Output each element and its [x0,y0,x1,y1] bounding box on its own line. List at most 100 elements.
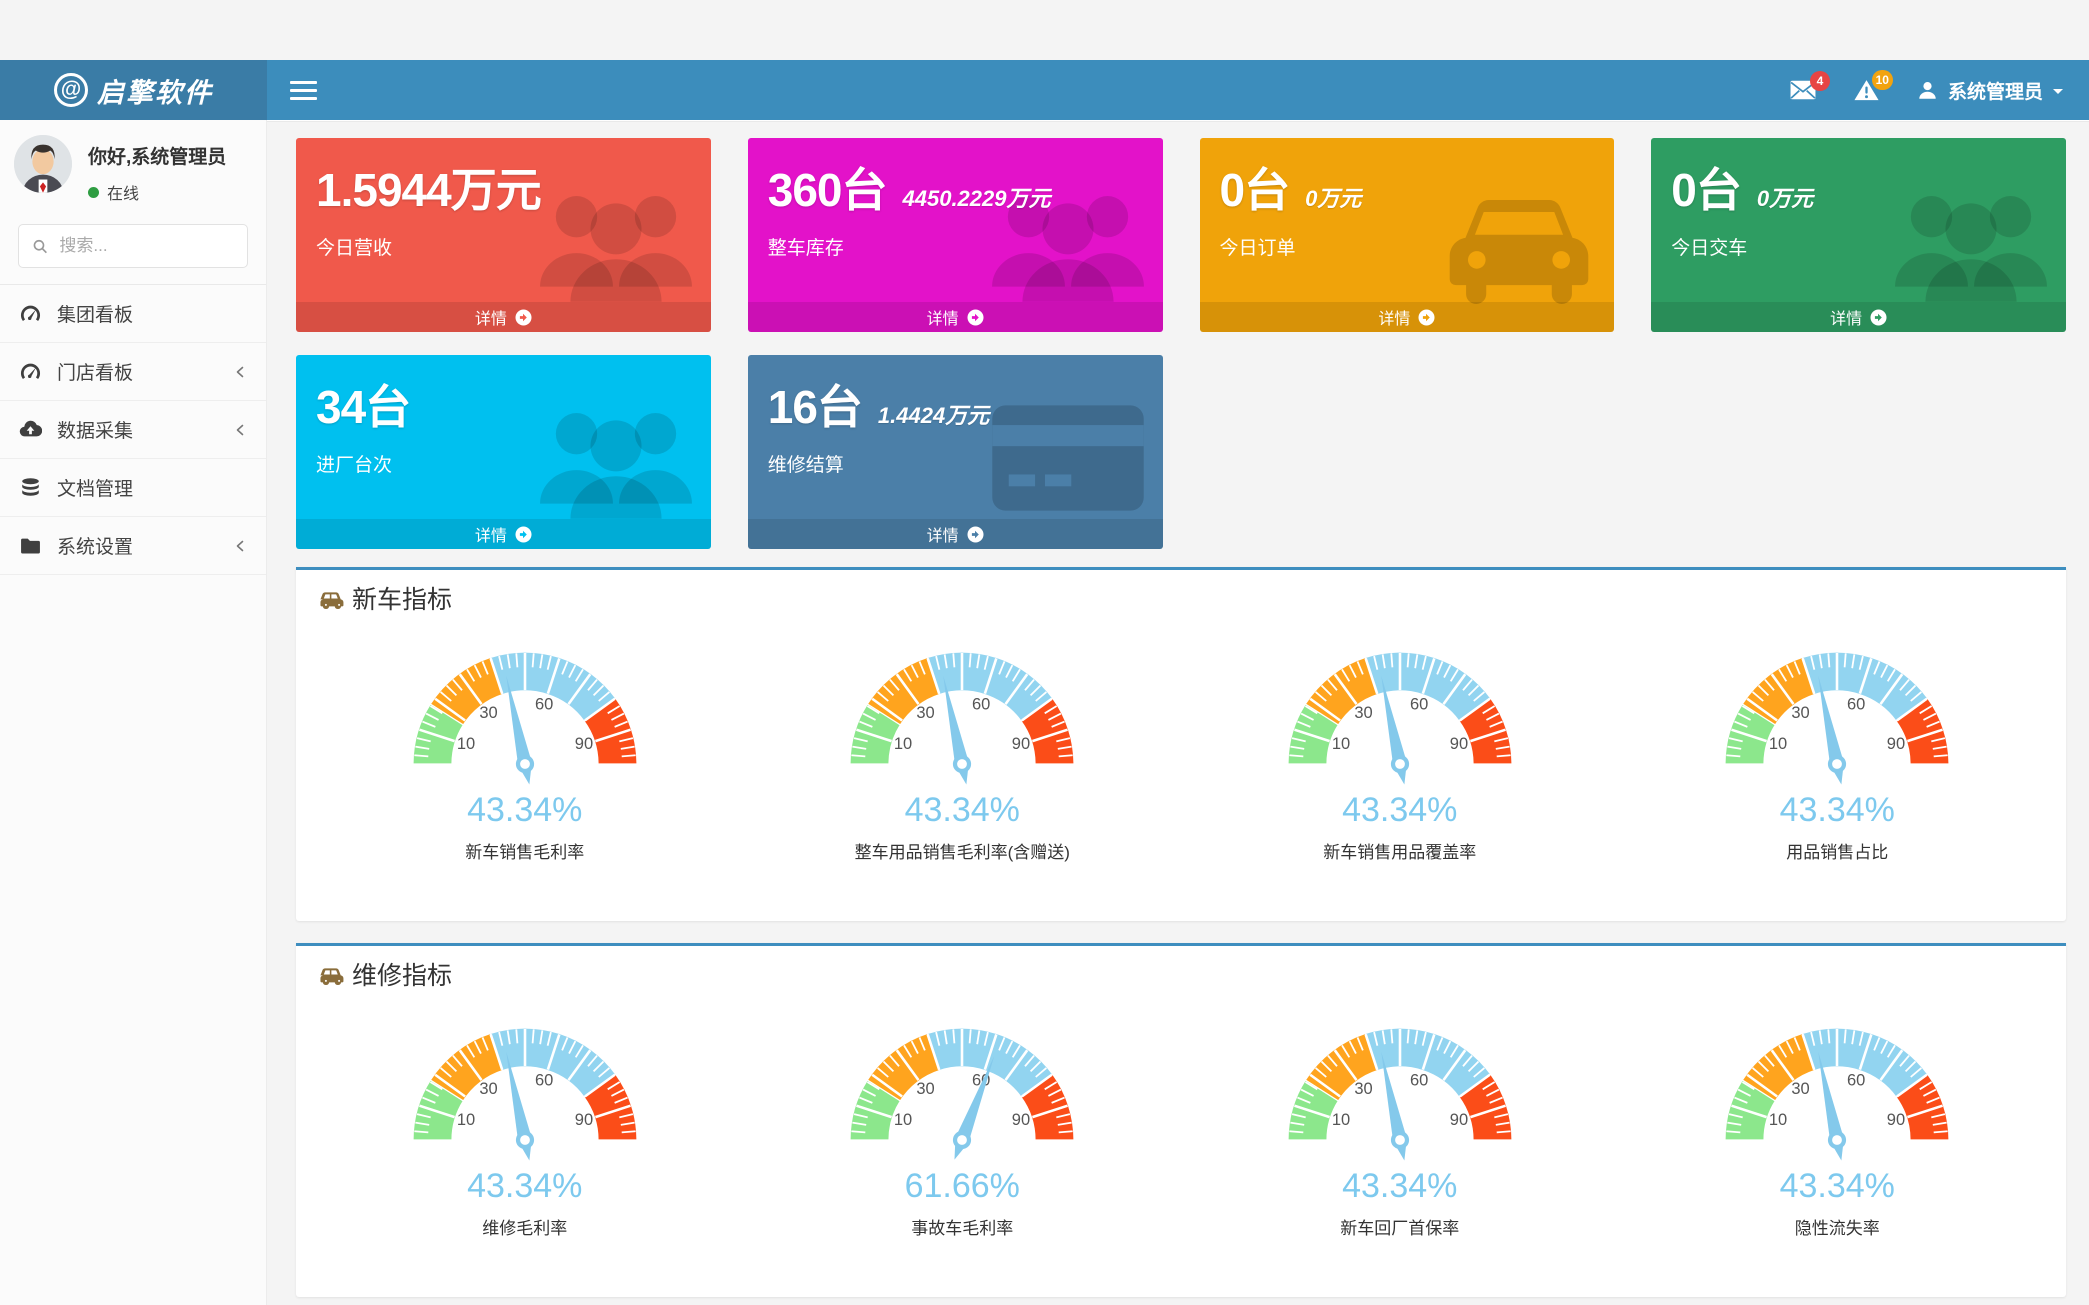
gauge-label: 隐性流失率 [1795,1214,1880,1239]
user-icon [1917,80,1938,101]
svg-text:90: 90 [575,1111,593,1129]
stat-card-body: 0台0万元今日交车 [1651,138,2066,260]
svg-text:10: 10 [894,1111,912,1129]
stat-card: 16台1.4424万元维修结算详情 [748,355,1163,549]
submenu-indicator [233,365,247,379]
arrow-circle-right-icon [515,309,532,326]
gauge-chart: 10306090 [802,614,1122,799]
stat-card: 1.5944万元今日营收详情 [296,138,711,332]
indicator-panel: 维修指标1030609043.34%维修毛利率1030609061.66%事故车… [296,943,2066,1297]
stat-card-value: 34台 [316,371,410,437]
stat-card-detail-link[interactable]: 详情 [1651,302,2066,332]
alerts-badge: 10 [1872,70,1893,90]
database-icon [19,476,42,499]
sidebar: 你好,系统管理员 在线 集团看板门店看板数据采集文档管理系统设置 [0,120,267,1305]
gauge-chart: 10306090 [1240,614,1560,799]
stat-card-detail-link[interactable]: 详情 [748,302,1163,332]
chevron-left-icon [233,539,247,553]
search-input[interactable] [59,236,234,256]
stat-cards: 1.5944万元今日营收详情 360台 4450.2229万元整车库存详情 0台0万元… [267,122,2089,549]
gauge-chart: 10306090 [1240,990,1560,1175]
sidebar-item-tachometer[interactable]: 门店看板 [0,343,266,401]
gauge-chart: 10306090 [365,990,685,1175]
svg-text:30: 30 [917,704,935,722]
sidebar-search [18,224,248,268]
svg-text:60: 60 [1410,695,1428,713]
panel-header: 维修指标 [306,956,2056,990]
detail-label: 详情 [475,522,507,546]
svg-text:60: 60 [972,695,990,713]
search-icon [32,237,48,256]
sidebar-toggle-button[interactable] [273,60,333,120]
indicator-panel: 新车指标1030609043.34%新车销售毛利率1030609043.34%整… [296,567,2066,921]
stat-card-body: 360台 4450.2229万元整车库存 [748,138,1163,260]
sidebar-item-folder[interactable]: 系统设置 [0,517,266,575]
svg-text:90: 90 [1887,735,1905,753]
alerts-button[interactable]: 10 [1854,79,1879,101]
gauge-value: 43.34% [467,791,582,830]
stat-card-detail-link[interactable]: 详情 [296,519,711,549]
user-menu[interactable]: 系统管理员 [1917,77,2063,104]
gauge-panels: 新车指标1030609043.34%新车销售毛利率1030609043.34%整… [267,567,2089,1297]
stat-card-detail-link[interactable]: 详情 [296,302,711,332]
sidebar-item-tachometer[interactable]: 集团看板 [0,285,266,343]
panel-header: 新车指标 [306,580,2056,614]
stat-card-label: 整车库存 [768,233,1143,260]
arrow-circle-right-icon [515,526,532,543]
gauge: 1030609043.34% 新车回厂首保率 [1181,990,1619,1239]
online-status-label: 在线 [107,180,139,204]
stat-card-label: 进厂台次 [316,450,691,477]
sidebar-item-label: 系统设置 [57,532,133,559]
app-logo[interactable]: @ 启擎软件 [0,60,267,120]
gauge: 1030609043.34%新车销售毛利率 [306,614,744,863]
svg-text:30: 30 [1354,704,1372,722]
stat-card-label: 今日交车 [1671,233,2046,260]
gauge-label: 新车回厂首保率 [1340,1214,1459,1239]
stat-card: 360台 4450.2229万元整车库存详情 [748,138,1163,332]
stat-card-body: 1.5944万元今日营收 [296,138,711,260]
gauge-value: 43.34% [1342,1167,1457,1206]
stat-card-subvalue: 4450.2229万元 [903,181,1051,213]
detail-label: 详情 [1378,305,1410,329]
svg-text:10: 10 [1769,1111,1787,1129]
gauge: 1030609043.34%新车销售用品覆盖率 [1181,614,1619,863]
gauge-label: 用品销售占比 [1786,838,1888,863]
logo-at-icon: @ [54,73,88,107]
svg-text:60: 60 [1847,1071,1865,1089]
stat-card-detail-link[interactable]: 详情 [1200,302,1615,332]
gauge-chart: 10306090 [1677,990,1997,1175]
tachometer-icon [19,302,42,325]
gauge: 1030609043.34%维修毛利率 [306,990,744,1239]
sidebar-menu: 集团看板门店看板数据采集文档管理系统设置 [0,284,266,575]
svg-text:30: 30 [479,1080,497,1098]
detail-label: 详情 [927,305,959,329]
sidebar-item-label: 集团看板 [57,300,133,327]
folder-icon [19,534,42,557]
gauge: 1030609043.34%整车用品销售毛利率(含赠送) [744,614,1182,863]
stat-card-value: 0台 [1220,154,1290,220]
messages-button[interactable]: 4 [1790,80,1816,100]
stat-card-value: 360台 [768,154,887,220]
sidebar-item-database[interactable]: 文档管理 [0,459,266,517]
svg-text:90: 90 [1012,735,1030,753]
online-status-dot [88,187,99,198]
panel-title: 新车指标 [352,580,452,616]
svg-text:10: 10 [1332,1111,1350,1129]
logo-text: 启擎软件 [97,71,213,110]
arrow-circle-right-icon [1418,309,1435,326]
arrow-circle-right-icon [967,309,984,326]
stat-card-value: 1.5944万元 [316,154,541,220]
user-name: 系统管理员 [1948,77,2043,104]
svg-text:10: 10 [457,1111,475,1129]
top-header: @ 启擎软件 4 10 [0,60,2089,120]
stat-card-detail-link[interactable]: 详情 [748,519,1163,549]
gauge-chart: 10306090 [802,990,1122,1175]
gauge-label: 新车销售毛利率 [465,838,584,863]
sidebar-item-label: 门店看板 [57,358,133,385]
gauge-label: 新车销售用品覆盖率 [1323,838,1476,863]
sidebar-item-cloud-upload[interactable]: 数据采集 [0,401,266,459]
gauge-value: 43.34% [1342,791,1457,830]
stat-card-subvalue: 1.4424万元 [878,398,989,430]
car-icon [318,962,347,986]
gauge: 1030609043.34%用品销售占比 [1619,614,2057,863]
